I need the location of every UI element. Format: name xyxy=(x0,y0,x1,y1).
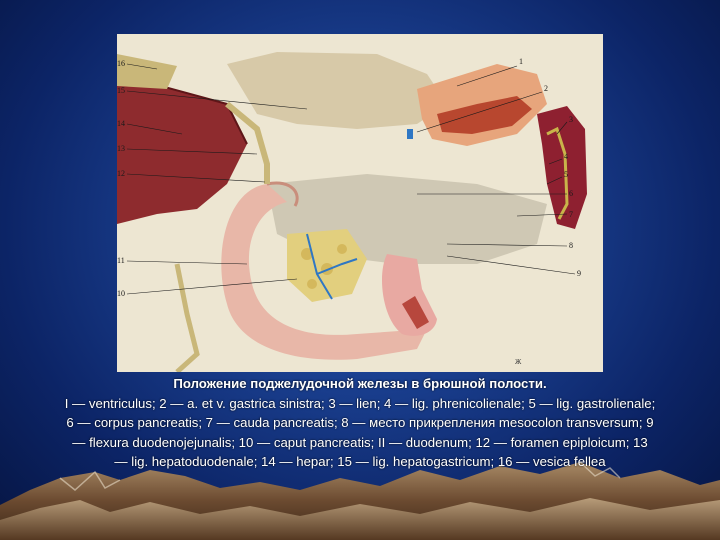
figure-label-5: 5 xyxy=(564,170,568,179)
slide: 1 2 3 4 5 6 7 8 9 16 15 14 13 12 11 10 Ж… xyxy=(0,0,720,540)
figure-label-2: 2 xyxy=(544,84,548,93)
figure-label-7: 7 xyxy=(569,210,573,219)
anatomy-illustration: 1 2 3 4 5 6 7 8 9 16 15 14 13 12 11 10 Ж xyxy=(117,34,603,372)
figure-label-10: 10 xyxy=(117,289,125,298)
figure-caption: Положение поджелудочной железы в брюшной… xyxy=(64,374,656,472)
artist-mark: Ж xyxy=(515,358,522,366)
figure-label-9: 9 xyxy=(577,269,581,278)
figure-label-12: 12 xyxy=(117,169,125,178)
figure-label-1: 1 xyxy=(519,57,523,66)
figure-label-8: 8 xyxy=(569,241,573,250)
figure-label-11: 11 xyxy=(117,256,125,265)
caption-legend: I — ventriculus; 2 — a. et v. gastrica s… xyxy=(64,395,656,470)
caption-title: Положение поджелудочной железы в брюшной… xyxy=(173,376,547,391)
pancreas-abdominal-cavity-drawing: 1 2 3 4 5 6 7 8 9 16 15 14 13 12 11 10 Ж xyxy=(117,34,603,372)
figure-label-14: 14 xyxy=(117,119,125,128)
figure-label-16: 16 xyxy=(117,59,125,68)
figure-label-3: 3 xyxy=(569,115,573,124)
figure-label-6: 6 xyxy=(569,189,573,198)
figure-label-15: 15 xyxy=(117,86,125,95)
figure-label-13: 13 xyxy=(117,144,125,153)
figure-label-4: 4 xyxy=(564,152,568,161)
